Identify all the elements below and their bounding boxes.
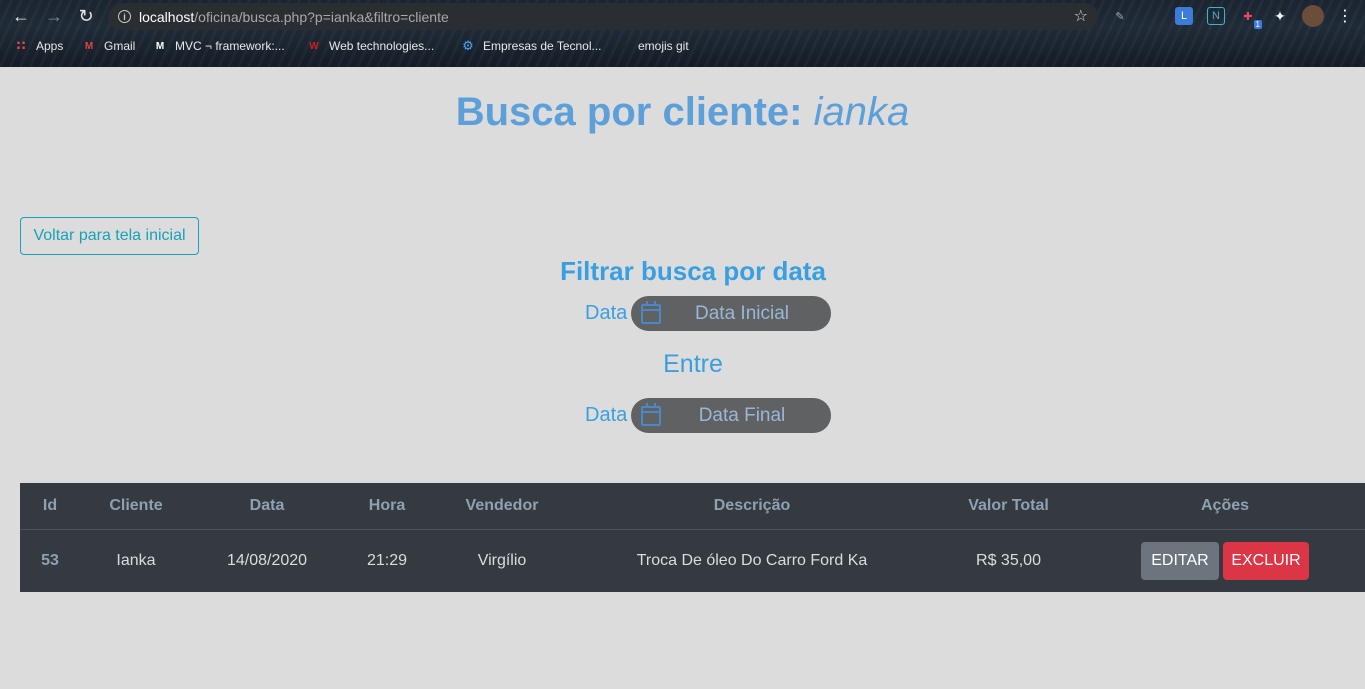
extension-badge: 1 [1253,20,1262,29]
date-end-label: Data [585,404,628,426]
between-label: Entre [663,350,723,378]
address-bar[interactable]: i localhost/oficina/busca.php?p=ianka&fi… [108,3,1098,30]
gear-icon: ⚙ [462,38,474,53]
bookmark-label: Empresas de Tecnol... [483,39,602,53]
bookmarks-bar: ∷ Apps M Gmail M MVC ¬ framework:... W W… [0,36,1365,60]
bookmark-label: MVC ¬ framework:... [175,39,285,53]
page-title: Busca por cliente: ianka [0,90,1365,135]
header-cliente: Cliente [109,497,163,514]
cell-id: 53 [41,552,59,569]
header-acoes: Ações [1200,497,1250,514]
delete-button[interactable]: EXCLUIR [1223,542,1309,580]
date-start-label: Data [585,302,628,324]
edit-button[interactable]: EDITAR [1141,542,1219,580]
header-id: Id [42,497,58,514]
menu-kebab-icon[interactable]: ⋮ [1336,7,1354,25]
url-path: /oficina/busca.php?p=ianka&filtro=client… [194,8,449,25]
calendar-icon[interactable] [641,402,661,426]
date-end-placeholder: Data Final [698,404,786,426]
filter-title: Filtrar busca por data [560,256,826,286]
page-title-prefix: Busca por cliente: [455,90,803,134]
bookmark-label: emojis git [638,39,689,53]
cell-hora: 21:29 [366,552,408,569]
apps-grid-icon: ∷ [16,38,26,53]
table-header: Id Cliente Data Hora Vendedor Descrição … [20,483,1365,530]
header-descricao: Descrição [713,497,791,514]
github-icon: ● [619,40,627,52]
cell-acoes: EDITAR EXCLUIR [1085,542,1365,580]
extension-icon-1[interactable]: L [1175,7,1193,25]
date-end-row: Data Data Final [585,398,831,433]
extension-badge-icon[interactable]: ✚ 1 [1239,7,1262,29]
bookmark-apps[interactable]: ∷ Apps [14,38,64,53]
date-start-input[interactable]: Data Inicial [631,296,831,331]
bookmark-star-icon[interactable]: ☆ [1074,6,1088,26]
browser-chrome: ← → ↻ i localhost/oficina/busca.php?p=ia… [0,0,1365,67]
back-to-home-button[interactable]: Voltar para tela inicial [20,217,199,255]
w3schools-icon: W [309,40,319,52]
bookmark-label: Web technologies... [329,39,435,53]
header-hora: Hora [368,497,406,514]
calendar-icon[interactable] [641,300,661,324]
pen-extension-icon[interactable]: ✎ [1111,7,1129,25]
bookmark-emojis-git[interactable]: ● emojis git [616,39,689,53]
back-arrow-icon[interactable]: ← [10,5,32,27]
bookmark-label: Gmail [104,39,136,53]
bookmark-label: Apps [36,39,64,53]
header-valor-total: Valor Total [968,497,1049,514]
cell-descricao: Troca De óleo Do Carro Ford Ka [636,552,868,569]
forward-arrow-icon[interactable]: → [43,5,65,27]
medium-icon: M [155,40,165,52]
gmail-icon: M [84,40,94,52]
bookmark-web-technologies[interactable]: W Web technologies... [307,39,434,53]
puzzle-icon[interactable]: ✦ [1271,7,1289,25]
extension-icon-n[interactable]: N [1207,7,1225,25]
info-icon[interactable]: i [118,10,131,23]
avatar[interactable] [1302,5,1324,27]
date-end-input[interactable]: Data Final [631,398,831,433]
results-table: Id Cliente Data Hora Vendedor Descrição … [20,483,1365,592]
cell-data: 14/08/2020 [226,552,308,569]
date-start-row: Data Data Inicial [585,296,831,331]
table-row: 53 Ianka 14/08/2020 21:29 Virgílio Troca… [20,530,1365,592]
cell-valor: R$ 35,00 [976,552,1041,569]
bookmark-empresas[interactable]: ⚙ Empresas de Tecnol... [461,38,602,53]
search-term: ianka [813,90,910,134]
date-start-placeholder: Data Inicial [695,302,789,324]
url-host: localhost [139,8,195,25]
header-vendedor: Vendedor [465,497,539,514]
bookmark-mvc[interactable]: M MVC ¬ framework:... [153,39,285,53]
cell-cliente: Ianka [116,552,156,569]
cell-vendedor: Virgílio [477,552,527,569]
header-data: Data [249,497,285,514]
bookmark-gmail[interactable]: M Gmail [82,39,136,53]
reload-icon[interactable]: ↻ [75,5,97,27]
